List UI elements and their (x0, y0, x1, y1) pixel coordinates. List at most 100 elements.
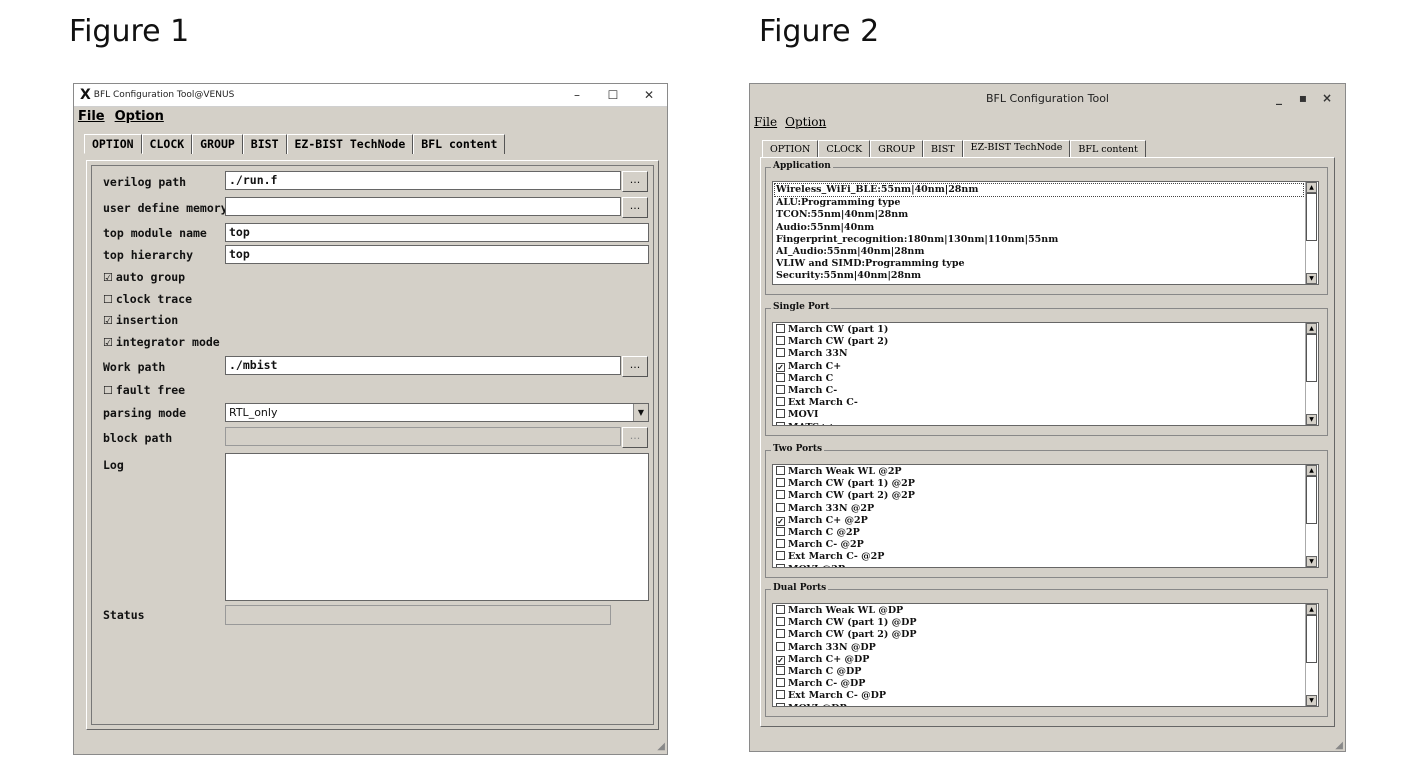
checkbox-unchecked-icon[interactable] (776, 678, 785, 688)
two-ports-list-item[interactable]: MOVI @2P (776, 563, 1304, 567)
close-button[interactable]: ✕ (631, 88, 667, 102)
application-list-item[interactable]: VLIW and SIMD:Programming type (776, 258, 1304, 270)
two-ports-list-item[interactable]: Ext March C- @2P (776, 551, 1304, 563)
tab-bist[interactable]: BIST (242, 134, 287, 154)
two-ports-list-item[interactable]: ✓ March C+ @2P (776, 515, 1304, 527)
application-list-item[interactable]: Security:55nm|40nm|28nm (776, 270, 1304, 282)
application-list-item[interactable]: TCON:55nm|40nm|28nm (776, 209, 1304, 221)
tab-group[interactable]: GROUP (192, 134, 243, 154)
title-bar[interactable]: X BFL Configuration Tool@VENUS – ☐ ✕ (74, 84, 667, 107)
tab-clock[interactable]: CLOCK (818, 140, 871, 158)
application-list-item[interactable]: ALU:Programming type (776, 197, 1304, 209)
two-ports-list-item[interactable]: March CW (part 1) @2P (776, 478, 1304, 490)
checkbox-unchecked-icon[interactable] (776, 490, 785, 500)
single-port-listbox[interactable]: March CW (part 1) March CW (part 2) March … (772, 322, 1319, 426)
checkbox-unchecked-icon[interactable] (776, 348, 785, 358)
application-listbox[interactable]: Wireless_WiFi_BLE:55nm|40nm|28nm ALU:Prog… (772, 181, 1319, 285)
tab-bist[interactable]: BIST (923, 140, 963, 158)
maximize-button[interactable]: ▪ (1291, 91, 1315, 105)
scroll-thumb[interactable] (1306, 476, 1317, 524)
two-ports-list-item[interactable]: March CW (part 2) @2P (776, 490, 1304, 502)
two-ports-scrollbar[interactable]: ▲ ▼ (1305, 465, 1318, 567)
dual-ports-list-item[interactable]: March CW (part 2) @DP (776, 629, 1304, 641)
checkbox-unchecked-icon[interactable] (776, 336, 785, 346)
tab-option[interactable]: OPTION (84, 134, 142, 154)
single-port-list-item[interactable]: March C- (776, 385, 1304, 397)
scroll-thumb[interactable] (1306, 193, 1317, 241)
menu-file[interactable]: File (78, 109, 105, 124)
checkbox-unchecked-icon[interactable] (776, 617, 785, 627)
dual-ports-scrollbar[interactable]: ▲ ▼ (1305, 604, 1318, 706)
dual-ports-list-item[interactable]: March C- @DP (776, 678, 1304, 690)
top-module-name-input[interactable]: top (225, 223, 649, 242)
two-ports-list-item[interactable]: March C- @2P (776, 539, 1304, 551)
checkbox-unchecked-icon[interactable] (776, 478, 785, 488)
work-path-input[interactable]: ./mbist (225, 356, 621, 375)
tab-clock[interactable]: CLOCK (141, 134, 193, 154)
two-ports-list-item[interactable]: March 33N @2P (776, 502, 1304, 515)
scroll-up-arrow-icon[interactable]: ▲ (1306, 323, 1317, 334)
tab-bfl-content[interactable]: BFL content (413, 134, 506, 154)
checkbox-unchecked-icon[interactable] (776, 527, 785, 537)
single-port-list-item[interactable]: March CW (part 1) (776, 324, 1304, 336)
application-scrollbar[interactable]: ▲ ▼ (1305, 182, 1318, 284)
checkbox-unchecked-icon[interactable] (776, 324, 785, 333)
minimize-button[interactable]: _ (1267, 91, 1291, 105)
checkbox-checked-icon[interactable]: ✓ (776, 362, 785, 372)
checkbox-unchecked-icon[interactable] (776, 605, 785, 614)
dropdown-arrow-icon[interactable]: ▼ (633, 404, 648, 421)
block-path-browse-button[interactable]: ... (622, 427, 648, 448)
menu-file[interactable]: File (754, 115, 777, 129)
maximize-button[interactable]: ☐ (595, 88, 631, 102)
tab-ez-bist-technode[interactable]: EZ-BIST TechNode (962, 140, 1071, 158)
resize-grip-icon[interactable]: ◢ (1335, 740, 1343, 751)
application-list-item[interactable]: AI_Audio:55nm|40nm|28nm (776, 246, 1304, 258)
scroll-up-arrow-icon[interactable]: ▲ (1306, 604, 1317, 615)
single-port-list-item[interactable]: March C (776, 372, 1304, 385)
scroll-thumb[interactable] (1306, 615, 1317, 663)
single-port-list-item[interactable]: Ext March C- (776, 397, 1304, 409)
dual-ports-list-item[interactable]: March 33N @DP (776, 641, 1304, 654)
parsing-mode-select[interactable]: RTL_only ▼ (225, 403, 649, 422)
two-ports-list-item[interactable]: March C @2P (776, 527, 1304, 539)
verilog-path-browse-button[interactable]: ... (622, 171, 648, 192)
verilog-path-input[interactable]: ./run.f (225, 171, 621, 190)
scroll-up-arrow-icon[interactable]: ▲ (1306, 182, 1317, 193)
single-port-list-item[interactable]: March CW (part 2) (776, 336, 1304, 348)
checkbox-unchecked-icon[interactable] (776, 409, 785, 419)
integrator-mode-checkbox[interactable]: ☑ integrator mode (103, 335, 220, 349)
checkbox-unchecked-icon[interactable] (776, 539, 785, 549)
dual-ports-list-item[interactable]: March C @DP (776, 666, 1304, 678)
single-port-list-item[interactable]: MATS++ (776, 421, 1304, 425)
dual-ports-list-item[interactable]: MOVI @DP (776, 702, 1304, 706)
checkbox-unchecked-icon[interactable] (776, 690, 785, 700)
checkbox-unchecked-icon[interactable] (776, 666, 785, 676)
single-port-scrollbar[interactable]: ▲ ▼ (1305, 323, 1318, 425)
minimize-button[interactable]: – (559, 88, 595, 102)
block-path-input[interactable] (225, 427, 621, 446)
checkbox-unchecked-icon[interactable] (776, 397, 785, 407)
fault-free-checkbox[interactable]: ☐ fault free (103, 383, 185, 397)
user-define-memory-browse-button[interactable]: ... (622, 197, 648, 218)
checkbox-unchecked-icon[interactable] (776, 372, 785, 382)
two-ports-listbox[interactable]: March Weak WL @2P March CW (part 1) @2P Ma… (772, 464, 1319, 568)
application-list-item[interactable]: Fingerprint_recognition:180nm|130nm|110n… (776, 234, 1304, 246)
checkbox-checked-icon[interactable]: ✓ (776, 655, 785, 665)
checkbox-unchecked-icon[interactable] (776, 385, 785, 395)
dual-ports-list-item[interactable]: ✓ March C+ @DP (776, 654, 1304, 666)
scroll-down-arrow-icon[interactable]: ▼ (1306, 556, 1317, 567)
application-list-item[interactable]: Audio:55nm|40nm (776, 222, 1304, 234)
tab-bfl-content[interactable]: BFL content (1070, 140, 1146, 158)
single-port-list-item[interactable]: ✓ March C+ (776, 361, 1304, 373)
checkbox-unchecked-icon[interactable] (776, 421, 785, 425)
scroll-down-arrow-icon[interactable]: ▼ (1306, 695, 1317, 706)
checkbox-unchecked-icon[interactable] (776, 702, 785, 706)
resize-grip-icon[interactable]: ◢ (657, 741, 665, 752)
clock-trace-checkbox[interactable]: ☐ clock trace (103, 292, 192, 306)
checkbox-unchecked-icon[interactable] (776, 641, 785, 651)
menu-option[interactable]: Option (785, 115, 826, 129)
dual-ports-list-item[interactable]: Ext March C- @DP (776, 690, 1304, 702)
scroll-down-arrow-icon[interactable]: ▼ (1306, 414, 1317, 425)
log-textarea[interactable] (225, 453, 649, 601)
checkbox-unchecked-icon[interactable] (776, 563, 785, 567)
